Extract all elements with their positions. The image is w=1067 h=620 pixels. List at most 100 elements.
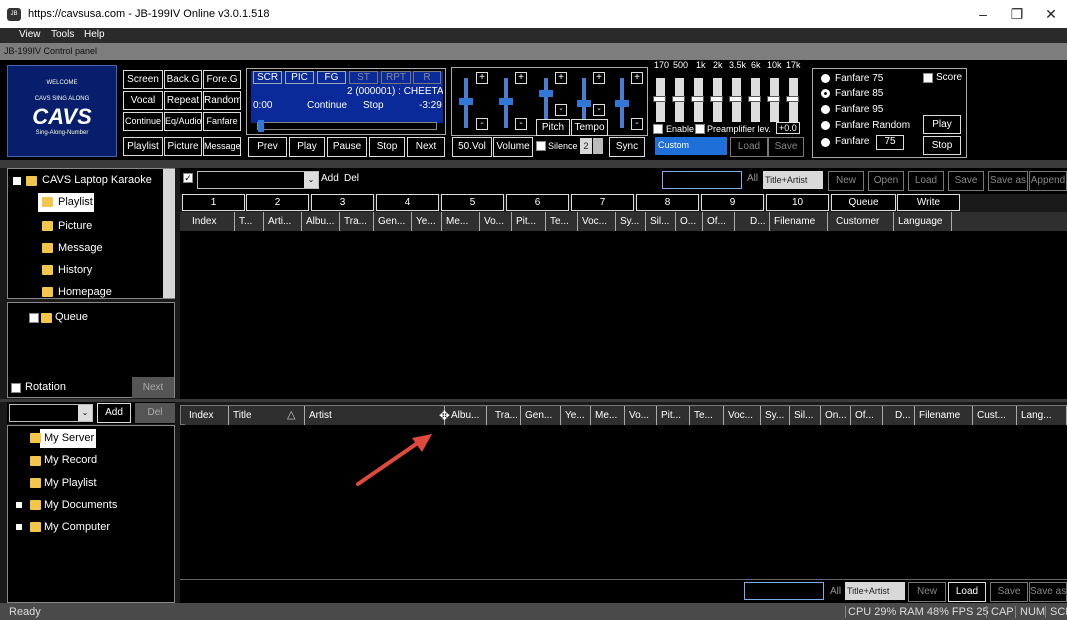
browser-load-button[interactable]: Load xyxy=(948,582,986,602)
splitter[interactable] xyxy=(0,160,1067,168)
tree-item-picture[interactable]: Picture xyxy=(58,220,92,232)
column-header[interactable]: Arti... xyxy=(264,212,302,231)
column-header[interactable]: Ye... xyxy=(412,212,442,231)
vol-slider[interactable] xyxy=(459,78,473,128)
menu-tools[interactable]: Tools xyxy=(51,29,74,40)
browser-all-label[interactable]: All xyxy=(830,586,841,597)
playlist-tab[interactable]: 1 xyxy=(182,194,245,211)
tree-item-homepage[interactable]: Homepage xyxy=(58,286,112,298)
mode-fg-button[interactable]: FG xyxy=(317,71,346,84)
pitch-minus-button[interactable]: - xyxy=(555,104,567,116)
playlist-tab[interactable]: 8 xyxy=(636,194,699,211)
eq-sliders[interactable] xyxy=(652,60,812,124)
browser-table-body[interactable] xyxy=(180,425,1067,579)
playlist-all-label[interactable]: All xyxy=(747,173,758,184)
fanfare-75-radio[interactable] xyxy=(821,74,830,83)
fanfare-play-button[interactable]: Play xyxy=(923,115,961,134)
mode-scr-button[interactable]: SCR xyxy=(253,71,282,84)
continue-button[interactable]: Continue xyxy=(123,112,163,131)
fanfare-button[interactable]: Fanfare xyxy=(203,112,241,131)
column-header[interactable]: Artist xyxy=(305,406,445,425)
collapse-icon[interactable] xyxy=(13,177,21,185)
playlist-combo[interactable]: ⌄ xyxy=(197,171,319,189)
mode-st-button[interactable]: ST xyxy=(349,71,378,84)
browser-save-button[interactable]: Save xyxy=(990,582,1028,602)
playlist-tab-write[interactable]: Write xyxy=(897,194,960,211)
silence-spinner[interactable] xyxy=(593,138,603,154)
column-header[interactable]: Vo... xyxy=(625,406,657,425)
column-header[interactable]: Of... xyxy=(851,406,883,425)
tempo-plus-button[interactable]: + xyxy=(593,72,605,84)
column-header[interactable]: Gen... xyxy=(521,406,561,425)
column-header[interactable]: Language xyxy=(894,212,952,231)
silence-value[interactable]: 2 xyxy=(580,138,592,154)
column-header[interactable]: Me... xyxy=(442,212,480,231)
progress-track[interactable] xyxy=(257,120,437,132)
column-header[interactable]: Gen... xyxy=(374,212,412,231)
sync-slider[interactable] xyxy=(615,78,629,128)
eq-preset-select[interactable]: Custom xyxy=(655,137,727,155)
backg-button[interactable]: Back.G xyxy=(164,70,202,89)
tree-item-history[interactable]: History xyxy=(58,264,92,276)
playlist-tab[interactable]: 3 xyxy=(311,194,374,211)
tree-item-my-documents[interactable]: My Documents xyxy=(44,499,117,511)
screen-button[interactable]: Screen xyxy=(123,70,163,89)
column-header[interactable]: Index xyxy=(185,406,229,425)
volume-slider[interactable] xyxy=(499,78,513,128)
tree-item-my-record[interactable]: My Record xyxy=(44,454,97,466)
expand-icon[interactable] xyxy=(16,502,22,508)
next-queue-button[interactable]: Next xyxy=(132,377,174,398)
preamp-checkbox[interactable] xyxy=(695,124,705,134)
column-header[interactable]: Customer xyxy=(828,212,894,231)
tree-root-label[interactable]: CAVS Laptop Karaoke xyxy=(42,174,152,186)
playlist-filter-select[interactable]: Title+Artist xyxy=(763,171,823,189)
playlist-tab[interactable]: 2 xyxy=(246,194,309,211)
column-header[interactable]: Ye... xyxy=(561,406,591,425)
playlist-tab[interactable]: 7 xyxy=(571,194,634,211)
column-header[interactable]: Filename xyxy=(915,406,973,425)
playlist-append-button[interactable]: Append xyxy=(1029,171,1067,191)
playlist-table-body[interactable] xyxy=(180,231,1067,399)
column-header[interactable]: Filename xyxy=(770,212,828,231)
playlist-tab[interactable]: 10 xyxy=(766,194,829,211)
fanfare-stop-button[interactable]: Stop xyxy=(923,136,961,155)
browser-search-input[interactable] xyxy=(744,582,824,600)
browser-filter-select[interactable]: Title+Artist xyxy=(845,582,905,600)
playlist-tab[interactable]: 6 xyxy=(506,194,569,211)
sync-plus-button[interactable]: + xyxy=(631,72,643,84)
column-header[interactable]: Of... xyxy=(703,212,735,231)
column-header[interactable]: Albu... xyxy=(302,212,340,231)
column-header[interactable]: D... xyxy=(883,406,915,425)
playlist-check-icon[interactable]: ✓ xyxy=(183,173,193,183)
column-header[interactable]: Voc... xyxy=(724,406,761,425)
playlist-tab[interactable]: 4 xyxy=(376,194,439,211)
column-header[interactable]: Index xyxy=(188,212,235,231)
column-header[interactable]: T... xyxy=(235,212,264,231)
playlist-new-button[interactable]: New xyxy=(828,171,864,191)
column-header[interactable]: Tra... xyxy=(487,406,521,425)
eq-load-button[interactable]: Load xyxy=(730,137,768,157)
column-header[interactable]: Lang... xyxy=(1017,406,1067,425)
tempo-minus-button[interactable]: - xyxy=(593,104,605,116)
tree-item-my-playlist[interactable]: My Playlist xyxy=(44,477,97,489)
column-header[interactable]: Albu... xyxy=(445,406,487,425)
column-header[interactable]: Tra... xyxy=(340,212,374,231)
column-header[interactable]: On... xyxy=(821,406,851,425)
stop-button[interactable]: Stop xyxy=(369,137,405,157)
playlist-saveas-button[interactable]: Save as xyxy=(988,171,1028,191)
tree-item-my-computer[interactable]: My Computer xyxy=(44,521,110,533)
column-header[interactable]: Pit... xyxy=(512,212,546,231)
pitch-plus-button[interactable]: + xyxy=(555,72,567,84)
playlist-open-button[interactable]: Open xyxy=(868,171,904,191)
minimize-button[interactable]: – xyxy=(968,4,998,24)
playlist-tab[interactable]: 5 xyxy=(441,194,504,211)
message-button[interactable]: Message xyxy=(203,137,241,156)
vol-minus-button[interactable]: - xyxy=(476,118,488,130)
eq-audio-button[interactable]: Eq/Audio xyxy=(164,112,202,131)
mode-rpt-button[interactable]: RPT xyxy=(381,71,411,84)
server-del-button[interactable]: Del xyxy=(135,403,175,423)
random-button[interactable]: Random xyxy=(203,91,241,110)
column-header[interactable]: O... xyxy=(676,212,703,231)
restore-button[interactable]: ❐ xyxy=(1002,4,1032,24)
playlist-search-input[interactable] xyxy=(662,171,742,189)
